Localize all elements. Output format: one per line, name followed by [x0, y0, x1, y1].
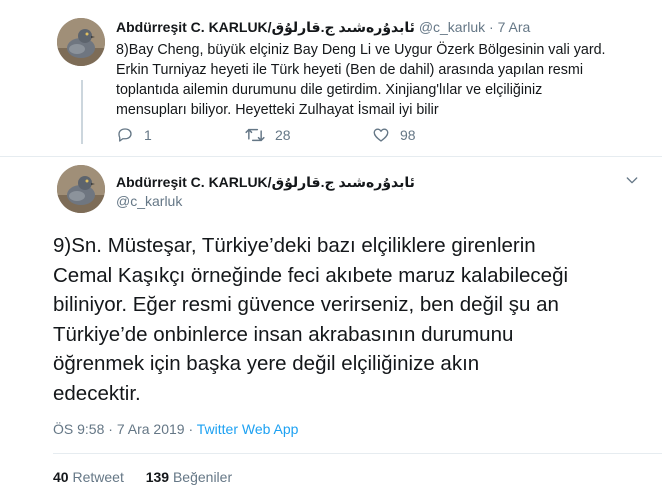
author-handle[interactable]: @c_karluk: [116, 193, 182, 209]
tweet-text-line: edecektir.: [53, 381, 141, 405]
likes-stat[interactable]: 139 Beğeniler: [146, 469, 232, 485]
avatar[interactable]: [57, 18, 105, 66]
meta-divider: [53, 453, 662, 454]
tweet-text-line: mensupları biliyor. Heyetteki Zulhayat İ…: [116, 102, 439, 118]
tweet-stats: 40 Retweet 139 Beğeniler: [53, 469, 232, 485]
tweet-time[interactable]: ÖS 9:58: [53, 421, 104, 437]
tweet-date[interactable]: 7 Ara: [498, 19, 531, 35]
tweet-text-line: Türkiye’de onbinlerce insan akrabasının …: [53, 322, 514, 346]
tweet-text-line: Erkin Turniyaz heyeti ile Türk heyeti (B…: [116, 62, 583, 78]
tweet-text: 9)Sn. Müsteşar, Türkiye’deki bazı elçili…: [53, 231, 653, 408]
pigeon-avatar-icon: [57, 165, 105, 213]
tweet-text-line: toplantıda ailemin durumunu dile getirdi…: [116, 82, 543, 98]
tweet-header: Abdürreşit C. KARLUK/ئابدۇرەشىد ج.قارلۇق…: [116, 19, 530, 36]
tweet-text-line: Cemal Kaşıkçı örneğinde feci akıbete mar…: [53, 263, 569, 287]
dot-separator: ·: [489, 19, 494, 35]
retweets-value: 40: [53, 469, 69, 485]
retweet-button[interactable]: 28: [245, 125, 291, 145]
retweet-icon: [245, 128, 265, 142]
tweet-text-line: biliniyor. Eğer resmi güvence verirseniz…: [53, 293, 559, 316]
avatar[interactable]: [57, 165, 105, 213]
tweet-divider: [0, 156, 662, 157]
reply-count: 1: [144, 127, 152, 143]
like-count: 98: [400, 127, 416, 143]
author-handle[interactable]: @c_karluk: [419, 19, 485, 35]
thread-connector-line: [81, 80, 83, 144]
author-name[interactable]: Abdürreşit C. KARLUK/ئابدۇرەشىد ج.قارلۇق: [116, 19, 415, 35]
retweet-count: 28: [275, 127, 291, 143]
dot-separator: ·: [108, 421, 113, 437]
dot-separator: ·: [188, 421, 194, 437]
tweet-metadata: ÖS 9:58 · 7 Ara 2019 · Twitter Web App: [53, 421, 298, 437]
tweet-text-line: öğrenmek için başka yere değil elçiliğin…: [53, 352, 480, 375]
chevron-down-icon[interactable]: [624, 172, 640, 188]
tweet-source-link[interactable]: Twitter Web App: [197, 421, 299, 437]
pigeon-avatar-icon: [57, 18, 105, 66]
likes-value: 139: [145, 469, 170, 485]
author-name[interactable]: Abdürreşit C. KARLUK/ئابدۇرەشىد ج.قارلۇق: [116, 174, 415, 191]
tweet-date[interactable]: 7 Ara 2019: [117, 421, 185, 437]
like-icon: [373, 128, 389, 142]
tweet-text: 8)Bay Cheng, büyük elçiniz Bay Deng Li v…: [116, 40, 636, 120]
reply-button[interactable]: 1: [116, 125, 152, 145]
tweet-text-line: 8)Bay Cheng, büyük elçiniz Bay Deng Li v…: [116, 42, 606, 58]
retweets-stat[interactable]: 40 Retweet: [53, 469, 124, 485]
tweet-text-line: 9)Sn. Müsteşar, Türkiye’deki bazı elçili…: [53, 234, 536, 257]
retweets-label: Retweet: [72, 469, 124, 485]
likes-label: Beğeniler: [172, 469, 233, 485]
like-button[interactable]: 98: [372, 125, 416, 145]
reply-icon: [118, 128, 132, 142]
